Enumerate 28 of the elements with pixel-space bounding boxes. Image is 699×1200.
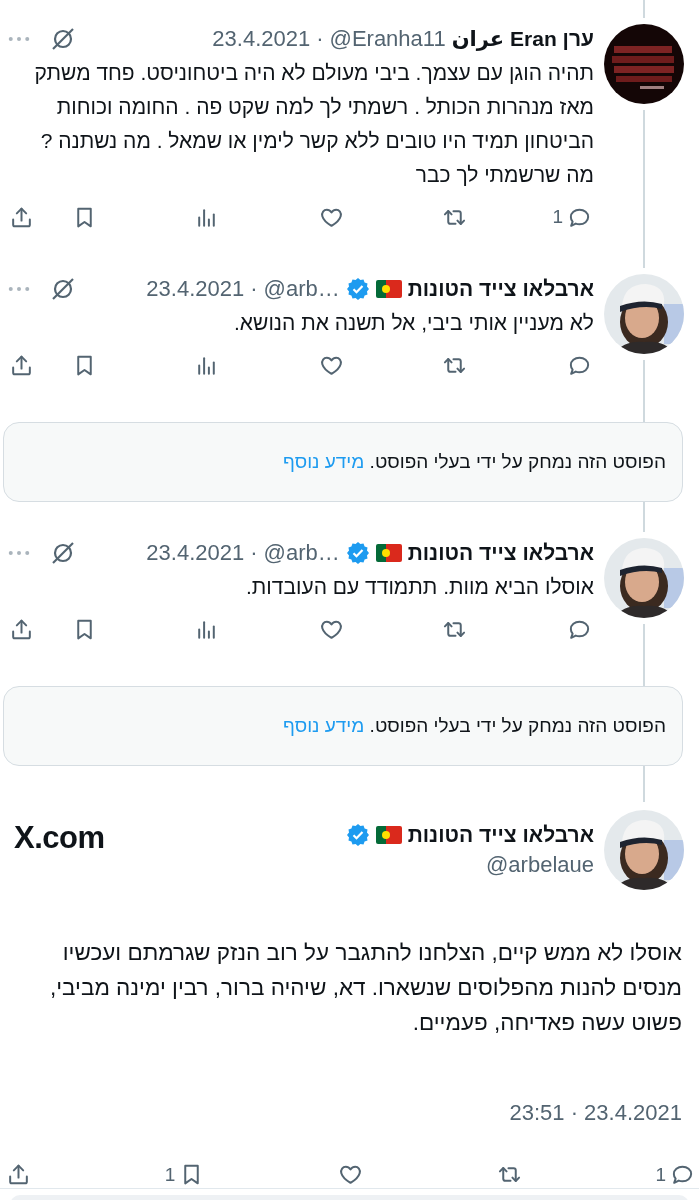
author-name[interactable]: ארבלאו צייד הטונות: [407, 823, 594, 847]
post-text: לא מעניין אותי ביבי, אל תשנה את הנושא.: [233, 310, 594, 336]
post-date[interactable]: 23.4.2021: [212, 26, 311, 52]
author-name[interactable]: ערן Eran عران: [451, 27, 594, 51]
bookmark-button[interactable]: 1: [164, 1162, 205, 1187]
post-text: אוסלו לא ממש קיים, הצלחנו להתגבר על רוב הנזק שגרמתם ועכשיו מנסים להנות מהפלוסים שנשארו. דא, שיהיה ברור, רבין ימינה מביבי, פשוט עשה פאדיחה, פעמיים.: [48, 939, 683, 1037]
separator: ·: [250, 276, 258, 302]
author-handle[interactable]: @Eranha11: [329, 26, 446, 52]
author-name[interactable]: ארבלאו צייד הטונות: [407, 277, 594, 301]
author-handle[interactable]: @arbelaue: [486, 852, 594, 878]
separator: ·: [316, 26, 324, 52]
site-label: X.com: [14, 820, 105, 856]
author-name[interactable]: ארבלאו צייד הטונות: [407, 541, 594, 565]
post-timestamp[interactable]: 23:51 · 23.4.2021: [509, 1100, 682, 1126]
author-handle[interactable]: @arb…: [263, 276, 340, 302]
deleted-post-notice: הפוסט הזה נמחק על ידי בעלי הפוסט. מידע נוסף: [3, 686, 683, 766]
reply-button[interactable]: 1: [552, 204, 592, 230]
author-handle[interactable]: @arb…: [263, 540, 340, 566]
slashed-circle-icon[interactable]: [50, 540, 76, 566]
reply-button[interactable]: 1: [655, 1162, 695, 1187]
separator: ·: [250, 540, 258, 566]
slashed-circle-icon[interactable]: [50, 26, 76, 52]
slashed-circle-icon[interactable]: [50, 276, 76, 302]
deleted-post-notice: הפוסט הזה נמחק על ידי בעלי הפוסט. מידע נוסף: [3, 422, 683, 502]
post-text: אוסלו הביא מוות. תתמודד עם העובדות.: [245, 574, 594, 600]
post-date[interactable]: 23.4.2021: [146, 276, 245, 302]
post-text: תהיה הוגן עם עצמך. ביבי מעולם לא היה ביטחוניסט. פחד משתק מאז מנהרות הכותל . רשמתי לך למה שקט פה . החומה וכוחות הביטחון תמיד היו טובים ללא קשר לימין או שמאל . מה נשתנה ? מה שרשמתי לך כבר: [33, 60, 594, 188]
post-date[interactable]: 23.4.2021: [146, 540, 245, 566]
